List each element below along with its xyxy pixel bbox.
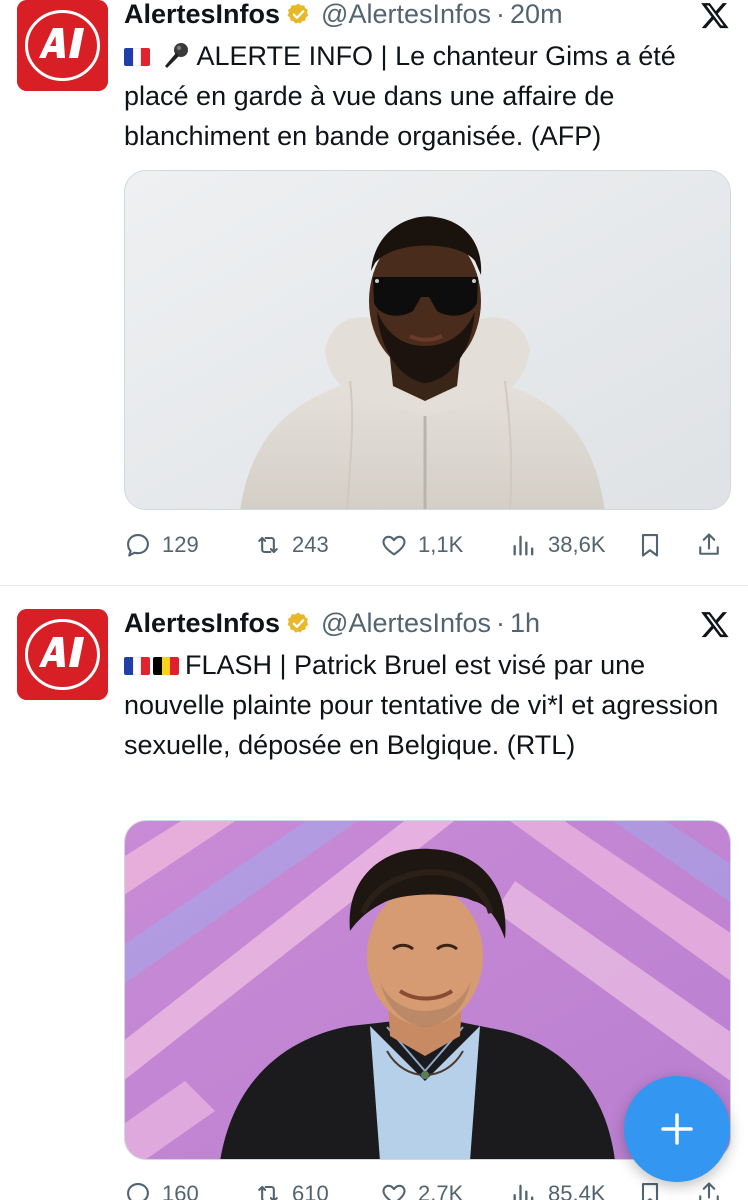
separator-dot: ·: [496, 607, 506, 638]
verified-badge-icon: [287, 3, 309, 24]
tweet-text: ALERTE INFO | Le chanteur Gims a été pla…: [124, 36, 728, 156]
share-button[interactable]: [695, 527, 723, 563]
tweet-text-body: FLASH | Patrick Bruel est visé par une n…: [124, 650, 719, 760]
alertesinfos-logo-icon: [17, 609, 108, 700]
heart-icon: [382, 535, 406, 556]
views-chart-icon: [513, 535, 534, 556]
tweet-actions: 129 243 1,1K 38,6K: [124, 527, 734, 563]
retweet-count: 610: [292, 1181, 329, 1200]
bookmark-button[interactable]: [636, 1176, 664, 1200]
like-count: 2,7K: [418, 1181, 464, 1200]
tweet[interactable]: AlertesInfos @AlertesInfos · 20m ALERTE …: [0, 0, 748, 585]
france-flag-icon: [124, 48, 150, 66]
views-count: 38,6K: [548, 532, 606, 557]
tweet-text: FLASH | Patrick Bruel est visé par une n…: [124, 645, 728, 765]
tweet-photo[interactable]: [124, 170, 731, 510]
views-count: 85,4K: [548, 1181, 606, 1200]
x-logo-icon[interactable]: [700, 609, 730, 639]
reply-button[interactable]: 129: [124, 527, 199, 563]
like-button[interactable]: 2,7K: [380, 1176, 463, 1200]
tweet-header: AlertesInfos @AlertesInfos · 20m: [124, 0, 730, 34]
views-chart-icon: [513, 1184, 534, 1200]
reply-button[interactable]: 160: [124, 1176, 199, 1200]
france-flag-icon: [124, 657, 150, 675]
handle[interactable]: @AlertesInfos: [321, 0, 491, 30]
retweet-button[interactable]: 610: [254, 1176, 329, 1200]
bookmark-icon: [641, 534, 659, 557]
share-icon: [699, 533, 719, 555]
like-count: 1,1K: [418, 532, 464, 557]
belgium-flag-icon: [153, 657, 179, 675]
photo-man-sunglasses-icon: [125, 171, 730, 509]
views-button[interactable]: 85,4K: [510, 1176, 606, 1200]
timestamp[interactable]: 1h: [510, 608, 540, 639]
alertesinfos-logo-icon: [17, 0, 108, 91]
views-button[interactable]: 38,6K: [510, 527, 606, 563]
verified-badge-icon: [287, 612, 309, 633]
plus-icon: [661, 1113, 693, 1145]
display-name[interactable]: AlertesInfos: [124, 608, 280, 639]
retweet-icon: [258, 536, 278, 554]
reply-count: 129: [162, 532, 199, 557]
display-name[interactable]: AlertesInfos: [124, 0, 280, 30]
heart-icon: [382, 1184, 406, 1200]
microphone-icon: [164, 43, 188, 68]
timestamp[interactable]: 20m: [510, 0, 563, 30]
bookmark-button[interactable]: [636, 527, 664, 563]
tweet-header: AlertesInfos @AlertesInfos · 1h: [124, 603, 730, 643]
handle[interactable]: @AlertesInfos: [321, 608, 491, 639]
retweet-count: 243: [292, 532, 329, 557]
reply-icon: [127, 1183, 149, 1200]
separator-dot: ·: [496, 0, 506, 29]
share-button[interactable]: [695, 1176, 723, 1200]
avatar[interactable]: [17, 609, 108, 700]
reply-count: 160: [162, 1181, 199, 1200]
share-icon: [699, 1182, 719, 1200]
reply-icon: [127, 534, 149, 557]
retweet-button[interactable]: 243: [254, 527, 329, 563]
tweet-actions: 160 610 2,7K 85,4K: [124, 1176, 734, 1200]
bookmark-icon: [641, 1183, 659, 1200]
retweet-icon: [258, 1185, 278, 1200]
like-button[interactable]: 1,1K: [380, 527, 463, 563]
tweet-text-body: ALERTE INFO | Le chanteur Gims a été pla…: [124, 41, 676, 151]
avatar[interactable]: [17, 0, 108, 91]
x-logo-icon[interactable]: [700, 0, 730, 30]
compose-post-button[interactable]: [624, 1076, 730, 1182]
